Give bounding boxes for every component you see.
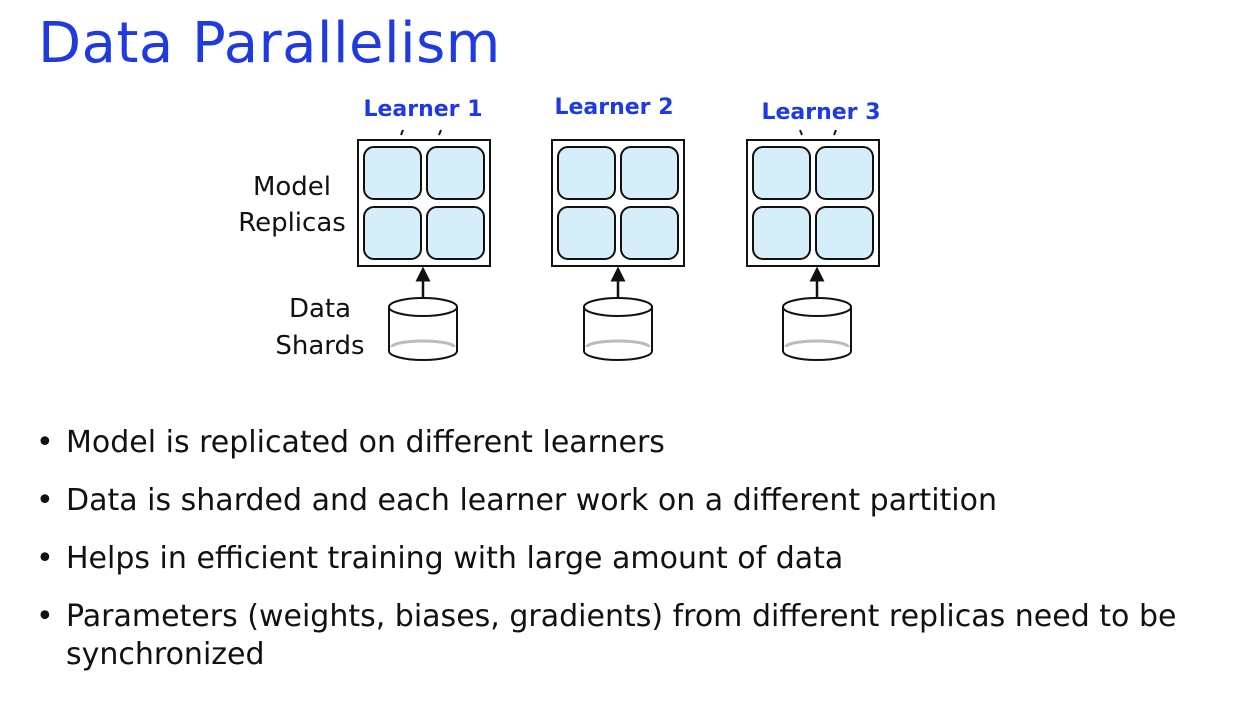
- learner-1-label: Learner 1: [363, 97, 482, 122]
- learner-3-data-shard: [782, 297, 852, 361]
- bullet-dot-icon: •: [36, 483, 54, 518]
- learner-1-data-shard: [388, 297, 458, 361]
- bullet-dot-icon: •: [36, 425, 54, 460]
- learner-2-param-block: [620, 206, 679, 260]
- bullet-item: • Model is replicated on different learn…: [36, 424, 1216, 462]
- bullet-list: • Model is replicated on different learn…: [36, 424, 1216, 694]
- learner-2-param-block: [557, 206, 616, 260]
- bullet-dot-icon: •: [36, 541, 54, 576]
- learner-1-param-block: [363, 146, 422, 200]
- learner-1-param-block: [426, 146, 485, 200]
- learner-2-param-block: [557, 146, 616, 200]
- model-replicas-label-line1: Model: [253, 172, 331, 202]
- bullet-text: Data is sharded and each learner work on…: [66, 483, 997, 518]
- learner-3-param-block: [752, 206, 811, 260]
- data-parallelism-diagram: Model Replicas Data Shards Learner 1 Lea…: [238, 95, 881, 361]
- learner-2-label: Learner 2: [554, 95, 673, 120]
- learner-3-top-ticks: [799, 129, 837, 136]
- learner-2-data-shard: [583, 297, 653, 361]
- bullet-item: • Parameters (weights, biases, gradients…: [36, 598, 1216, 674]
- bullet-item: • Helps in efficient training with large…: [36, 540, 1216, 578]
- bullet-item: • Data is sharded and each learner work …: [36, 482, 1216, 520]
- learner-3-param-block: [752, 146, 811, 200]
- learner-1-param-block: [363, 206, 422, 260]
- data-shards-label-line2: Shards: [275, 331, 364, 361]
- learner-3-label: Learner 3: [761, 100, 880, 125]
- learner-3-param-block: [815, 146, 874, 200]
- bullet-text: Parameters (weights, biases, gradients) …: [66, 599, 1177, 672]
- learner-3-param-block: [815, 206, 874, 260]
- learner-1-param-block: [426, 206, 485, 260]
- learner-2-param-block: [620, 146, 679, 200]
- learner-1-top-ticks: [400, 129, 442, 136]
- learner-3: Learner 3: [746, 100, 881, 361]
- learner-2: Learner 2: [551, 95, 685, 361]
- bullet-text: Helps in efficient training with large a…: [66, 541, 844, 576]
- bullet-dot-icon: •: [36, 599, 54, 634]
- model-replicas-label-line2: Replicas: [238, 208, 346, 238]
- data-shards-label-line1: Data: [289, 294, 351, 324]
- learner-1: Learner 1: [357, 97, 491, 361]
- bullet-text: Model is replicated on different learner…: [66, 425, 665, 460]
